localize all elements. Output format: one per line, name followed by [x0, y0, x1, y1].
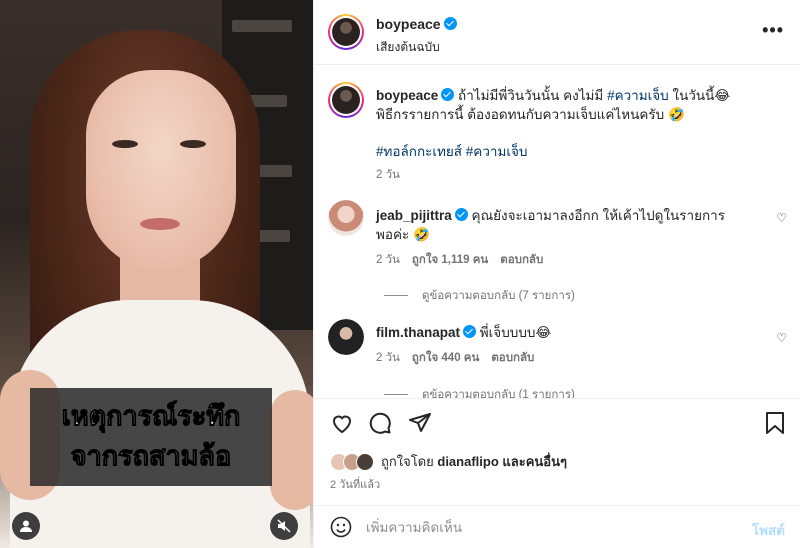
- comment-like-heart-icon[interactable]: ♡: [776, 211, 787, 225]
- likes-summary: ถูกใจโดย dianaflipo และคนอื่นๆ: [330, 451, 567, 472]
- speaker-muted-icon: [277, 519, 291, 533]
- post-video[interactable]: เหตุการณ์ระทึก จากรถสามล้อ: [0, 0, 313, 548]
- commenter-avatar[interactable]: [328, 319, 364, 355]
- post-comment-button[interactable]: โพสต์: [752, 519, 785, 541]
- commenter-username[interactable]: jeab_pijittra: [376, 208, 452, 223]
- caption-time: 2 วัน: [376, 169, 400, 181]
- verified-badge-icon: [463, 325, 477, 338]
- view-replies-button[interactable]: ดูข้อความตอบกลับ (7 รายการ): [384, 287, 575, 305]
- user-icon: [20, 520, 32, 532]
- user-tags-button[interactable]: [12, 512, 40, 540]
- comments-list[interactable]: boypeace ถ้าไม่มีพี่วินวันนั้น คงไม่มี #…: [314, 66, 800, 398]
- author-username[interactable]: boypeace: [376, 16, 457, 32]
- bookmark-icon[interactable]: [764, 411, 786, 435]
- commenter-avatar[interactable]: [328, 200, 364, 236]
- person-lips: [140, 218, 180, 230]
- original-audio-link[interactable]: เสียงต้นฉบับ: [376, 38, 440, 57]
- comment-text: jeab_pijittra คุณยังจะเอามาลงอีกก ให้เค้…: [376, 206, 736, 244]
- post-action-bar: [314, 398, 800, 448]
- comment-icon[interactable]: [368, 411, 392, 435]
- person-face: [86, 70, 236, 270]
- comment-composer: โพสต์: [314, 505, 800, 548]
- caption-username[interactable]: boypeace: [376, 88, 438, 103]
- likes-prefix: ถูกใจโดย: [381, 454, 438, 469]
- comment-input[interactable]: [366, 516, 726, 538]
- reply-button[interactable]: ตอบกลับ: [491, 352, 534, 364]
- verified-badge-icon: [454, 208, 468, 221]
- caption-text: ถ้าไม่มีพี่วินวันนั้น คงไม่มี: [454, 88, 608, 103]
- comment-time: 2 วัน: [376, 352, 400, 364]
- more-horizontal-icon[interactable]: •••: [762, 20, 784, 41]
- posted-time: 2 วันที่แล้ว: [330, 479, 381, 491]
- mute-button[interactable]: [270, 512, 298, 540]
- person-eye: [112, 140, 138, 148]
- verified-badge-icon: [441, 88, 455, 101]
- emoji-icon[interactable]: [330, 516, 352, 538]
- comment-meta: 2 วัน ถูกใจ 440 คน ตอบกลับ: [376, 349, 546, 367]
- heart-icon[interactable]: [330, 411, 354, 435]
- liker-avatar: [356, 452, 374, 471]
- caption-line2: พิธีกรรายการนี้ ต้องอดทนกับความเจ็บแค่ไห…: [376, 107, 685, 122]
- post-details-pane: boypeace เสียงต้นฉบับ ••• boypeace ถ้าไม…: [313, 0, 800, 548]
- comment-like-heart-icon[interactable]: ♡: [776, 331, 787, 345]
- comment-likes[interactable]: ถูกใจ 1,119 คน: [412, 254, 488, 266]
- send-icon[interactable]: [408, 411, 432, 435]
- divider-line: [384, 295, 408, 297]
- person-arm: [270, 390, 313, 510]
- hashtag-link[interactable]: #ความเจ็บ: [607, 88, 669, 103]
- reply-button[interactable]: ตอบกลับ: [500, 254, 543, 266]
- view-replies-button[interactable]: ดูข้อความตอบกลับ (1 รายการ): [384, 386, 575, 398]
- commenter-username[interactable]: film.thanapat: [376, 325, 460, 340]
- caption-text: ในวันนี้😂: [668, 88, 731, 103]
- person-eye: [180, 140, 206, 148]
- divider-line: [384, 394, 408, 396]
- post-caption: boypeace ถ้าไม่มีพี่วินวันนั้น คงไม่มี #…: [376, 86, 766, 124]
- comment-meta: 2 วัน ถูกใจ 1,119 คน ตอบกลับ: [376, 251, 555, 269]
- view-replies-label: ดูข้อความตอบกลับ (1 รายการ): [422, 389, 575, 398]
- video-caption-line: จากรถสามล้อ: [70, 441, 232, 472]
- caption-hashtags[interactable]: #ทอล์กกะเทยส์ #ความเจ็บ: [376, 142, 766, 161]
- comment-time: 2 วัน: [376, 254, 400, 266]
- video-caption-line: เหตุการณ์ระทึก: [61, 401, 241, 432]
- menu-board-line: [232, 20, 292, 32]
- author-avatar[interactable]: [328, 14, 364, 50]
- likes-others-link[interactable]: และคนอื่นๆ: [499, 454, 567, 469]
- view-replies-label: ดูข้อความตอบกลับ (7 รายการ): [422, 290, 575, 302]
- comment-body: พี่เจ็บบบบ😂: [476, 325, 552, 340]
- verified-badge-icon: [443, 17, 457, 30]
- comment-text: film.thanapat พี่เจ็บบบบ😂: [376, 323, 736, 342]
- comment-likes[interactable]: ถูกใจ 440 คน: [412, 352, 479, 364]
- liker-username[interactable]: dianaflipo: [437, 454, 498, 469]
- video-caption: เหตุการณ์ระทึก จากรถสามล้อ: [30, 388, 272, 486]
- post-header: boypeace เสียงต้นฉบับ •••: [314, 0, 800, 65]
- caption-author-avatar[interactable]: [328, 82, 364, 118]
